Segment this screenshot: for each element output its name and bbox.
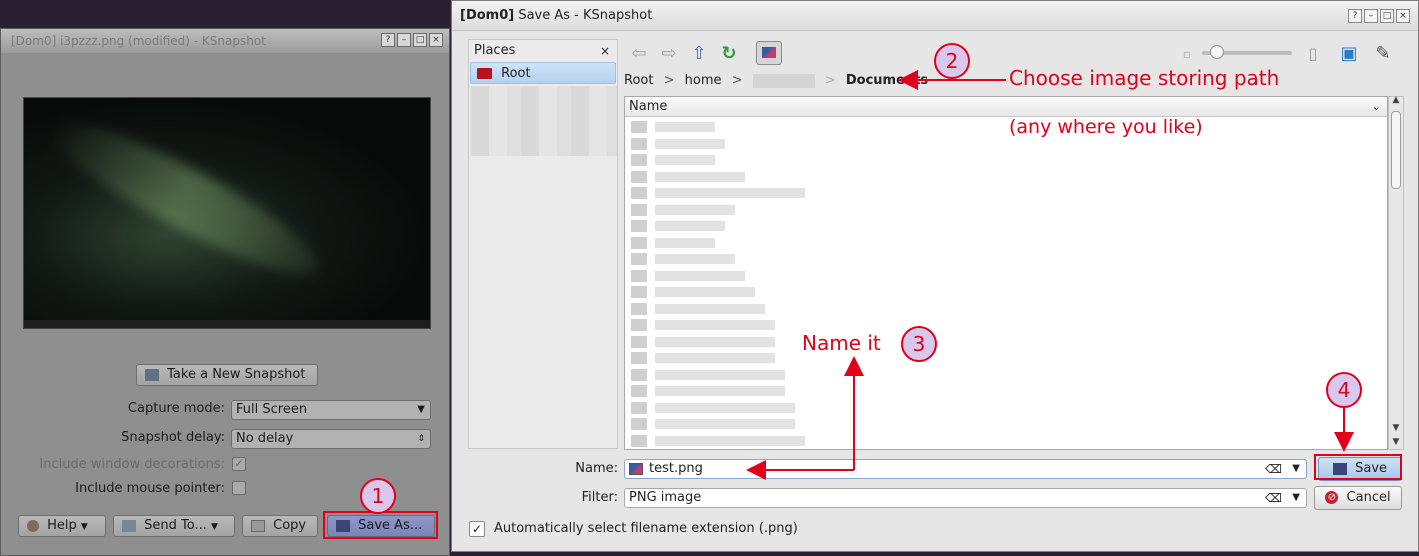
annotation-arrows [746, 70, 1354, 480]
